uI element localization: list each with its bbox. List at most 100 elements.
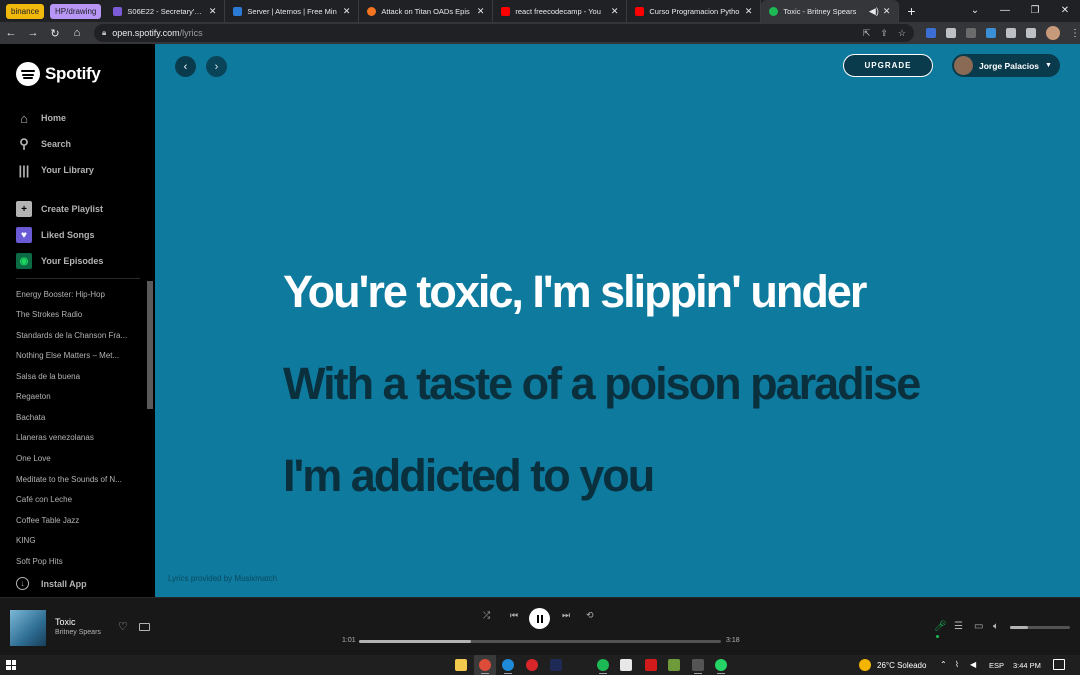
windows-start-icon[interactable]: [6, 660, 16, 670]
close-icon[interactable]: ✕: [343, 6, 351, 17]
liked-songs-link[interactable]: ♥ Liked Songs: [16, 227, 95, 243]
address-bar[interactable]: 🔒︎ open.spotify.com/lyrics ⇱ ⇪ ☆: [94, 24, 914, 42]
app-icon[interactable]: [692, 659, 704, 674]
extension-icon[interactable]: [946, 28, 956, 38]
browser-tab[interactable]: react freecodecamp - You ✕: [493, 0, 628, 22]
album-cover[interactable]: [10, 610, 46, 646]
user-menu-button[interactable]: Jorge Palacios ▼: [952, 54, 1060, 77]
browser-tab-active[interactable]: Toxic - Britney Spears ◀) ✕: [761, 0, 900, 22]
volume-slider[interactable]: [1010, 626, 1070, 629]
playlist-item[interactable]: Nothing Else Matters – Met...: [16, 351, 140, 360]
close-icon[interactable]: ✕: [477, 6, 485, 17]
your-episodes-link[interactable]: ◉ Your Episodes: [16, 253, 103, 269]
playlist-item[interactable]: Salsa de la buena: [16, 372, 140, 381]
sidebar-item-library[interactable]: ||| Your Library: [16, 162, 94, 178]
notifications-icon[interactable]: [1053, 659, 1065, 670]
extension-icon[interactable]: [926, 28, 936, 38]
minimize-icon[interactable]: —: [990, 0, 1020, 22]
sidebar-scrollbar[interactable]: [147, 281, 153, 409]
track-artist[interactable]: Britney Spears: [55, 629, 101, 636]
volume-icon[interactable]: 🔈︎: [993, 621, 999, 632]
queue-icon[interactable]: ☰: [954, 621, 963, 632]
open-in-app-icon[interactable]: ⇱: [863, 28, 871, 39]
repeat-icon[interactable]: ⟲: [586, 610, 594, 621]
share-icon[interactable]: ⇪: [880, 28, 888, 39]
pause-button[interactable]: [529, 608, 550, 629]
devices-icon[interactable]: ▭: [974, 621, 983, 632]
bookmark-hp-drawing[interactable]: HP/drawing: [50, 3, 102, 19]
playlist-item[interactable]: Energy Booster: Hip-Hop: [16, 290, 140, 299]
clock[interactable]: 3:44 PM: [1013, 661, 1041, 670]
bookmark-binance[interactable]: binance: [6, 3, 45, 19]
home-page-icon[interactable]: ⌂: [66, 27, 88, 39]
app-icon[interactable]: [620, 659, 632, 671]
browser-tab[interactable]: Attack on Titan OADs Epis ✕: [359, 0, 494, 22]
playlist-item[interactable]: Bachata: [16, 413, 140, 422]
playlist-item[interactable]: Coffee Table Jazz: [16, 516, 140, 525]
weather-text[interactable]: 26°C Soleado: [877, 661, 926, 670]
spotify-logo[interactable]: Spotify: [16, 62, 101, 86]
sidebar-item-home[interactable]: ⌂ Home: [16, 110, 66, 126]
app-icon[interactable]: [645, 659, 657, 671]
playlist-item[interactable]: Standards de la Chanson Fra...: [16, 331, 140, 340]
input-language[interactable]: ESP: [989, 661, 1004, 670]
profile-avatar[interactable]: [1046, 26, 1060, 40]
picture-in-picture-icon[interactable]: [139, 623, 150, 631]
like-heart-icon[interactable]: ♡: [118, 620, 128, 633]
tab-search-icon[interactable]: ⌄: [960, 0, 990, 22]
new-tab-icon[interactable]: +: [907, 3, 915, 19]
playlist-item[interactable]: Café con Leche: [16, 495, 140, 504]
whatsapp-icon[interactable]: [715, 659, 727, 674]
back-button[interactable]: ‹: [175, 56, 196, 77]
app-icon[interactable]: [550, 659, 562, 671]
lyrics-mic-icon[interactable]: 🎤︎: [934, 621, 947, 632]
more-menu-icon[interactable]: ⋮: [1070, 28, 1080, 39]
file-explorer-icon[interactable]: [455, 659, 467, 671]
lyric-line-current[interactable]: You're toxic, I'm slippin' under: [283, 266, 867, 318]
close-icon[interactable]: ✕: [745, 6, 753, 17]
speaker-icon[interactable]: ◀): [869, 6, 879, 17]
upgrade-button[interactable]: UPGRADE: [843, 54, 933, 77]
chevron-up-icon[interactable]: ⌃: [940, 660, 947, 669]
close-window-icon[interactable]: ✕: [1050, 0, 1080, 22]
forward-button[interactable]: ›: [206, 56, 227, 77]
close-icon[interactable]: ✕: [883, 6, 891, 17]
restore-icon[interactable]: ❐: [1020, 0, 1050, 22]
extensions-puzzle-icon[interactable]: [1006, 28, 1016, 38]
playlist-item[interactable]: One Love: [16, 454, 140, 463]
next-icon[interactable]: ⏭︎: [562, 610, 570, 621]
sun-icon[interactable]: [859, 659, 871, 671]
close-icon[interactable]: ✕: [209, 6, 217, 17]
chrome-icon[interactable]: [479, 659, 491, 674]
close-icon[interactable]: ✕: [611, 6, 619, 17]
install-app-button[interactable]: ↓ Install App: [16, 577, 87, 590]
reading-list-icon[interactable]: [1026, 28, 1036, 38]
bookmark-star-icon[interactable]: ☆: [898, 28, 906, 39]
extension-icon[interactable]: [966, 28, 976, 38]
playlist-item[interactable]: Llaneras venezolanas: [16, 433, 140, 442]
edge-icon[interactable]: [502, 659, 514, 674]
playlist-item[interactable]: The Strokes Radio: [16, 310, 140, 319]
previous-icon[interactable]: ⏮︎: [510, 610, 518, 621]
shuffle-icon[interactable]: ⤮: [483, 610, 490, 621]
extension-icon[interactable]: [986, 28, 996, 38]
lyric-line[interactable]: I'm addicted to you: [283, 450, 655, 502]
opera-icon[interactable]: [526, 659, 538, 671]
lock-icon[interactable]: 🔒︎: [102, 28, 106, 38]
browser-tab[interactable]: S06E22 - Secretary's Day - ✕: [105, 0, 226, 22]
network-icon[interactable]: ⌇: [955, 660, 959, 669]
sidebar-item-search[interactable]: ⚲ Search: [16, 136, 71, 152]
browser-tab[interactable]: Server | Aternos | Free Min ✕: [225, 0, 360, 22]
playlist-item[interactable]: Soft Pop Hits: [16, 557, 140, 566]
reload-icon[interactable]: ↻: [44, 27, 66, 40]
forward-icon[interactable]: →: [22, 27, 44, 39]
playlist-item[interactable]: Meditate to the Sounds of N...: [16, 475, 140, 484]
playback-progress-bar[interactable]: [359, 640, 721, 643]
back-icon[interactable]: ←: [0, 27, 22, 39]
lyric-line[interactable]: With a taste of a poison paradise: [283, 358, 921, 410]
track-title[interactable]: Toxic: [55, 617, 76, 627]
browser-tab[interactable]: Curso Programacion Pytho ✕: [627, 0, 762, 22]
playlist-item[interactable]: Regaeton: [16, 392, 140, 401]
speaker-tray-icon[interactable]: ◀︎: [970, 660, 976, 669]
minecraft-icon[interactable]: [668, 659, 680, 671]
